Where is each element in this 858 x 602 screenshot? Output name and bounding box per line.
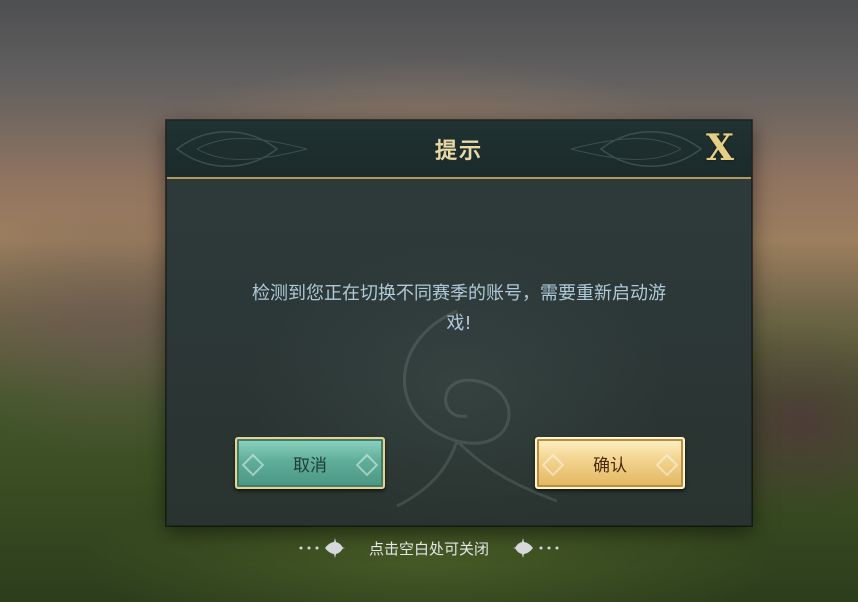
confirm-button-label: 确认 <box>593 455 627 476</box>
hint-text: 点击空白处可关闭 <box>368 539 489 558</box>
message-line-2: 戏! <box>446 313 472 334</box>
cancel-button[interactable]: 取消 <box>235 437 385 489</box>
button-diamond-icon <box>541 453 565 477</box>
confirm-button[interactable]: 确认 <box>535 437 685 489</box>
dialog-message: 检测到您正在切换不同赛季的账号，需要重新启动游 戏! <box>219 279 699 339</box>
button-diamond-icon <box>355 453 379 477</box>
close-hint: 点击空白处可关闭 <box>0 536 858 560</box>
cancel-button-label: 取消 <box>293 455 327 476</box>
hint-ornament-left-icon <box>299 538 345 558</box>
button-diamond-icon <box>241 453 265 477</box>
close-button[interactable]: X <box>703 130 737 166</box>
alert-dialog: 提示 X 检测到您正在切换不同赛季的账号，需要重新启动游 戏! 取消 确认 <box>166 120 752 526</box>
hint-ornament-right-icon <box>513 538 559 558</box>
dialog-header: 提示 X <box>167 121 751 179</box>
dialog-title: 提示 <box>434 139 483 164</box>
button-diamond-icon <box>655 453 679 477</box>
message-line-1: 检测到您正在切换不同赛季的账号，需要重新启动游 <box>252 283 666 304</box>
